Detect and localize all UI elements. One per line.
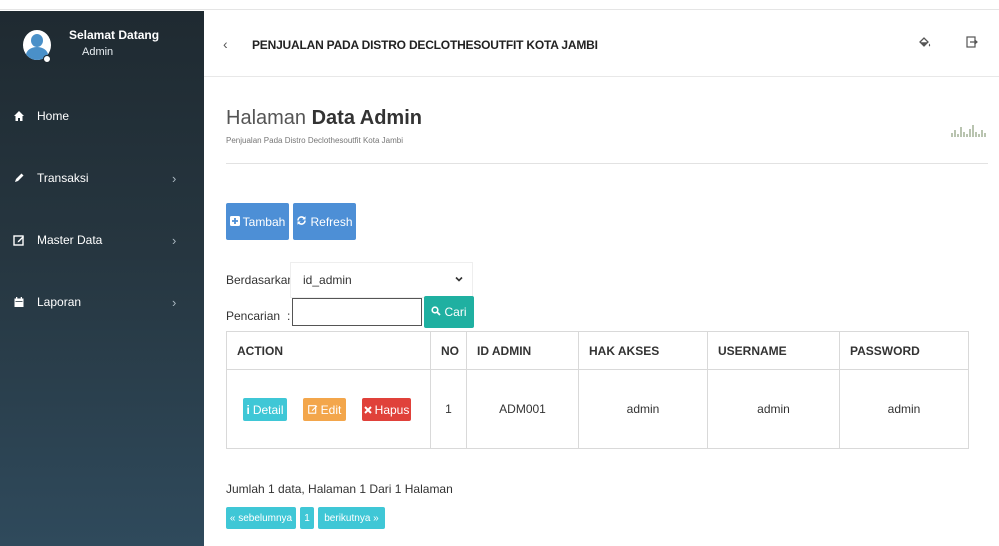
column-header: HAK AKSES (578, 331, 708, 370)
pencil-icon (13, 172, 25, 184)
online-status-dot (43, 55, 51, 63)
plus-icon (229, 215, 240, 229)
action-cell: i Detail Edit Hapus (226, 369, 431, 449)
cell-password: admin (839, 369, 969, 449)
sidebar-item-label: Laporan (37, 295, 82, 309)
sidebar-item-home[interactable]: Home (0, 103, 204, 129)
search-label: Pencarian (226, 309, 281, 323)
user-role: Admin (82, 46, 114, 58)
logout-icon[interactable] (964, 34, 980, 50)
refresh-button[interactable]: Refresh (293, 203, 356, 240)
chevron-down-icon (454, 274, 464, 287)
column-header: ID ADMIN (466, 331, 579, 370)
top-strip (0, 0, 999, 10)
header-divider (226, 163, 988, 164)
delete-button[interactable]: Hapus (362, 398, 411, 421)
page-number-button[interactable]: 1 (300, 507, 314, 529)
home-icon (13, 110, 25, 122)
filter-label: Berdasarkan: (226, 273, 298, 287)
table-header-row: ACTION NO ID ADMIN HAK AKSES USERNAME PA… (226, 331, 969, 370)
search-input[interactable] (292, 298, 422, 326)
refresh-icon (296, 215, 307, 229)
edit-button[interactable]: Edit (303, 398, 346, 421)
chevron-right-icon: › (172, 170, 177, 186)
column-header: USERNAME (707, 331, 840, 370)
table-row: i Detail Edit Hapus 1 ADM001 admin admin… (226, 369, 969, 449)
detail-button[interactable]: i Detail (243, 398, 287, 421)
next-page-button[interactable]: berikutnya » (318, 507, 385, 529)
column-header: PASSWORD (839, 331, 969, 370)
paint-bucket-icon[interactable] (917, 34, 933, 50)
sidebar-item-transaksi[interactable]: Transaksi › (0, 165, 204, 191)
page-subtitle: Penjualan Pada Distro Declothesoutfit Ko… (226, 136, 403, 145)
sidebar-item-label: Home (37, 109, 70, 123)
cell-username: admin (707, 369, 840, 449)
search-button[interactable]: Cari (424, 296, 474, 328)
cell-id-admin: ADM001 (466, 369, 579, 449)
user-panel: Selamat Datang Admin (0, 11, 204, 75)
collapse-sidebar-button[interactable]: ‹ (223, 36, 228, 52)
greeting-text: Selamat Datang (69, 28, 160, 42)
search-colon: : (287, 309, 291, 323)
calendar-icon (13, 296, 25, 308)
top-navbar: ‹ PENJUALAN PADA DISTRO DECLOTHESOUTFIT … (204, 11, 999, 77)
admin-table: ACTION NO ID ADMIN HAK AKSES USERNAME PA… (226, 331, 969, 449)
info-icon: i (246, 402, 250, 417)
sidebar-item-label: Master Data (37, 233, 103, 247)
bar-chart-icon (951, 123, 989, 140)
sidebar-item-label: Transaksi (37, 171, 89, 185)
chevron-right-icon: › (172, 294, 177, 310)
page-title: Halaman Data Admin (226, 107, 422, 129)
search-icon (431, 305, 442, 319)
close-icon (363, 403, 372, 417)
filter-select[interactable]: id_admin (290, 262, 473, 298)
main-content: ‹ PENJUALAN PADA DISTRO DECLOTHESOUTFIT … (204, 11, 999, 546)
sidebar: Selamat Datang Admin Home Transaksi › Ma… (0, 11, 204, 546)
cell-hak-akses: admin (578, 369, 708, 449)
column-header: NO (430, 331, 467, 370)
prev-page-button[interactable]: « sebelumnya (226, 507, 296, 529)
site-title: PENJUALAN PADA DISTRO DECLOTHESOUTFIT KO… (252, 38, 598, 52)
add-button[interactable]: Tambah (226, 203, 289, 240)
chevron-right-icon: › (172, 232, 177, 248)
column-header: ACTION (226, 331, 431, 370)
sidebar-item-master-data[interactable]: Master Data › (0, 227, 204, 253)
cell-no: 1 (430, 369, 467, 449)
edit-icon (13, 234, 25, 246)
pagination-summary: Jumlah 1 data, Halaman 1 Dari 1 Halaman (226, 482, 453, 496)
edit-icon (307, 403, 318, 417)
sidebar-item-laporan[interactable]: Laporan › (0, 289, 204, 315)
